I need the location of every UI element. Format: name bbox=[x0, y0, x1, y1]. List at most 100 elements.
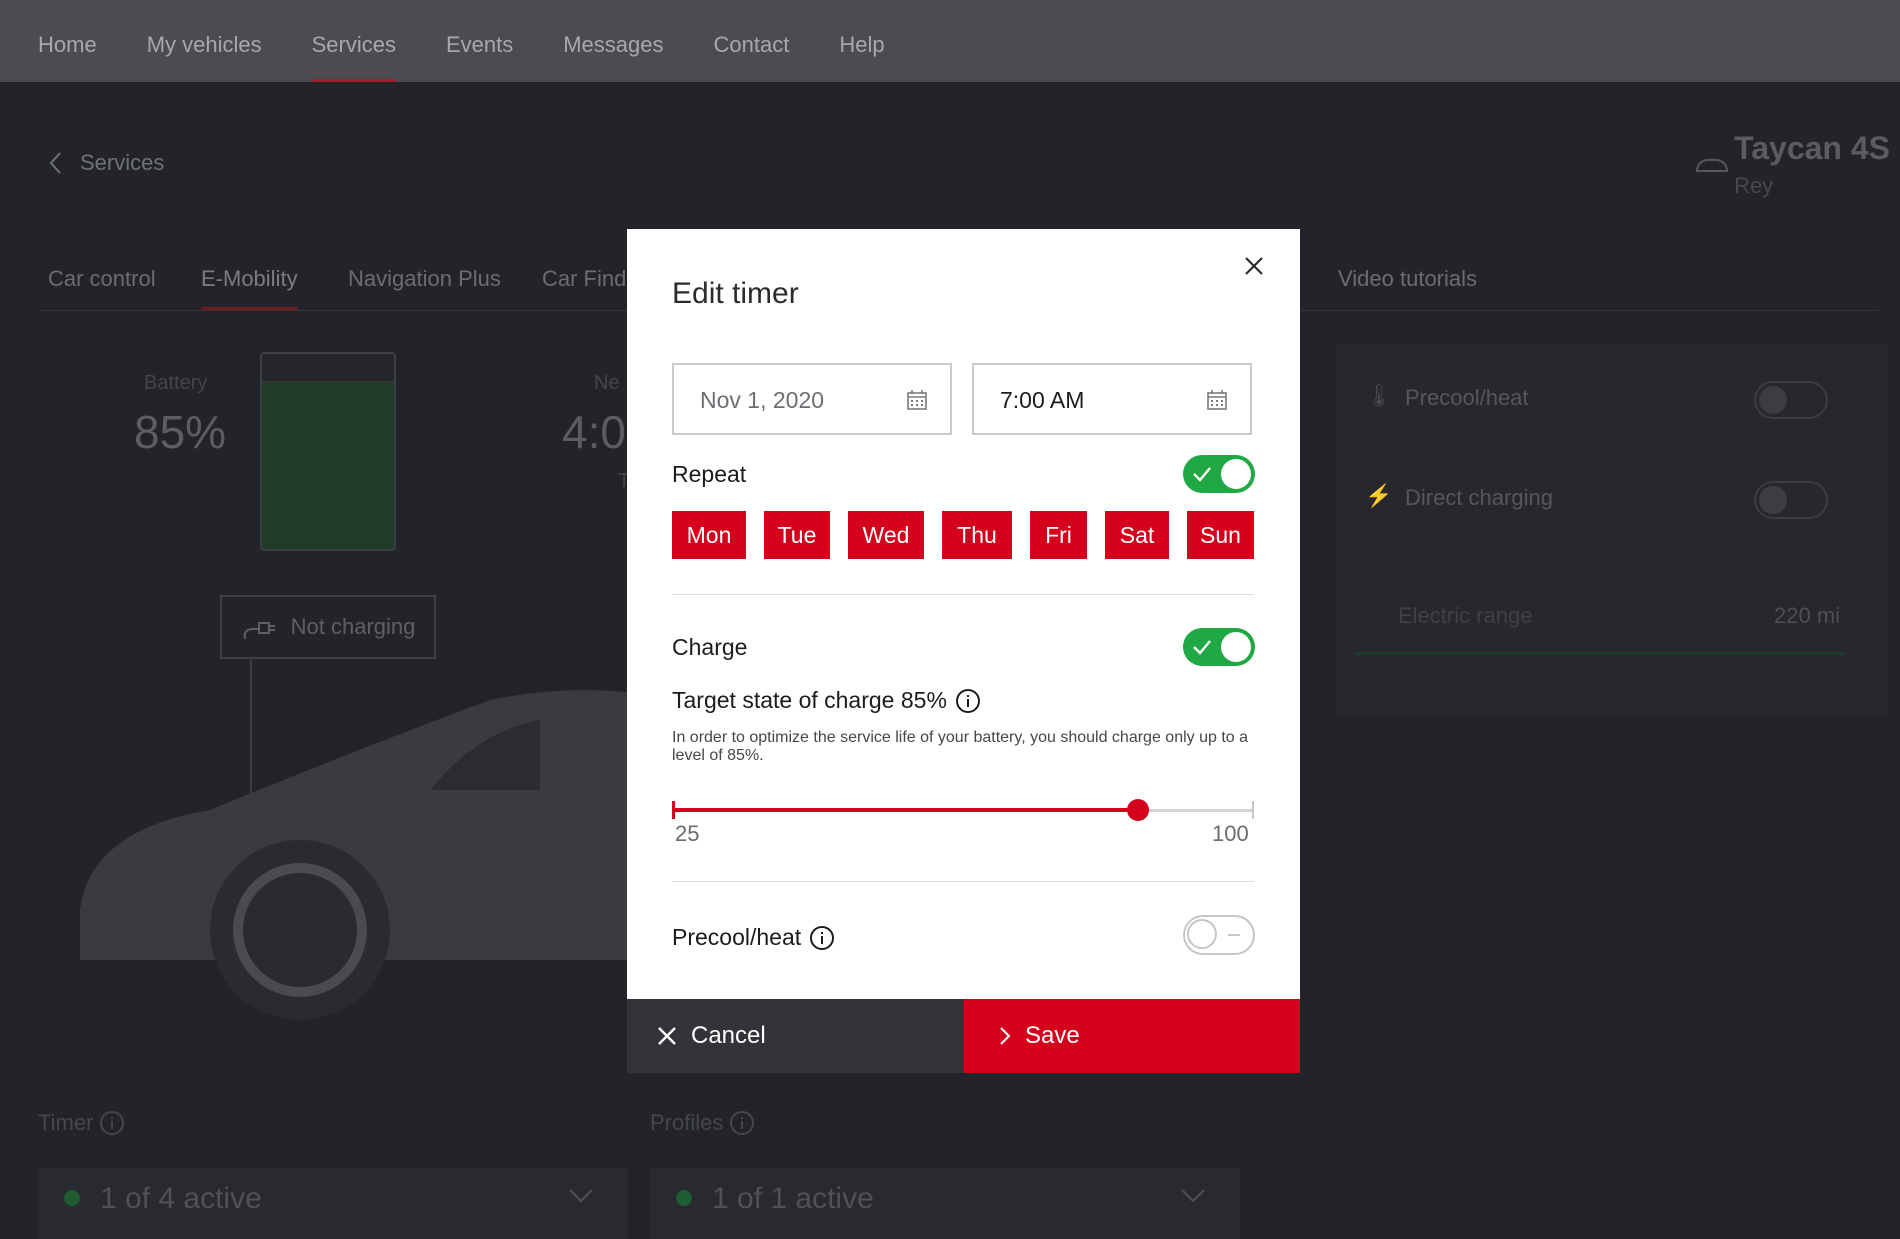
timer-section-title: Timer bbox=[38, 1110, 125, 1136]
precool-heat-row: 🌡 Precool/heat bbox=[1335, 345, 1888, 445]
active-dot bbox=[64, 1190, 80, 1206]
day-button-sun[interactable]: Sun bbox=[1187, 511, 1254, 559]
dialog-title: Edit timer bbox=[672, 277, 799, 310]
tab-video-tutorials[interactable]: Video tutorials bbox=[1338, 266, 1477, 292]
direct-charging-toggle[interactable] bbox=[1754, 481, 1828, 519]
nav-item-events[interactable]: Events bbox=[446, 0, 513, 82]
target-soc-slider[interactable] bbox=[672, 795, 1254, 825]
charging-status-label: Not charging bbox=[290, 614, 416, 639]
precool-heat-toggle[interactable] bbox=[1754, 381, 1828, 419]
check-icon bbox=[1193, 467, 1211, 482]
chevron-left-icon bbox=[49, 152, 61, 174]
date-value: Nov 1, 2020 bbox=[700, 387, 825, 413]
precool-heat-label: Precool/heat bbox=[1405, 385, 1529, 411]
slider-min-tick bbox=[672, 801, 675, 819]
charge-label: Charge bbox=[672, 634, 748, 660]
slider-max-tick bbox=[1252, 801, 1254, 819]
slider-min-label: 25 bbox=[675, 821, 700, 846]
cancel-button-label: Cancel bbox=[691, 1022, 766, 1049]
back-link-label: Services bbox=[80, 150, 165, 175]
profiles-summary-card[interactable]: 1 of 1 active bbox=[650, 1168, 1240, 1239]
cancel-button[interactable]: Cancel bbox=[627, 999, 964, 1073]
charge-hint: In order to optimize the service life of… bbox=[672, 729, 1249, 764]
slider-fill bbox=[672, 808, 1138, 812]
back-link[interactable]: Services bbox=[48, 150, 164, 176]
info-icon[interactable] bbox=[729, 1110, 755, 1136]
date-field[interactable]: Nov 1, 2020 bbox=[672, 363, 952, 435]
precool-heat-text: Precool/heat bbox=[672, 924, 802, 950]
precool-heat-toggle[interactable] bbox=[1183, 915, 1255, 955]
lightning-icon: ⚡ bbox=[1365, 483, 1393, 508]
tab-e-mobility[interactable]: E-Mobility bbox=[201, 266, 298, 310]
calendar-icon[interactable] bbox=[1206, 389, 1228, 411]
save-button[interactable]: Save bbox=[964, 999, 1300, 1073]
top-navigation: Home My vehicles Services Events Message… bbox=[0, 0, 1900, 82]
chevron-right-icon bbox=[1000, 1027, 1011, 1045]
battery-gauge bbox=[260, 352, 396, 551]
day-button-fri[interactable]: Fri bbox=[1030, 511, 1087, 559]
tab-car-finder[interactable]: Car Finde bbox=[542, 266, 639, 292]
calendar-icon[interactable] bbox=[906, 389, 928, 411]
info-icon[interactable] bbox=[955, 688, 981, 714]
nav-item-my-vehicles[interactable]: My vehicles bbox=[147, 0, 262, 82]
charging-status: Not charging bbox=[220, 595, 436, 659]
electric-range-bar bbox=[1355, 652, 1845, 655]
profiles-summary: 1 of 1 active bbox=[712, 1182, 874, 1215]
car-icon bbox=[1696, 159, 1728, 172]
info-icon[interactable] bbox=[809, 925, 835, 951]
direct-charging-text: Direct charging bbox=[1405, 485, 1553, 510]
tab-car-control[interactable]: Car control bbox=[48, 266, 156, 292]
repeat-toggle[interactable] bbox=[1183, 455, 1255, 493]
tab-navigation-plus[interactable]: Navigation Plus bbox=[348, 266, 501, 292]
electric-range-value: 220 mi bbox=[1774, 603, 1841, 628]
plug-icon bbox=[243, 622, 275, 640]
vehicle-info: Taycan 4S Rey bbox=[1734, 130, 1890, 199]
day-button-mon[interactable]: Mon bbox=[672, 511, 746, 559]
timer-summary: 1 of 4 active bbox=[100, 1182, 262, 1215]
check-icon bbox=[1193, 640, 1211, 655]
charging-options-panel: 🌡 Precool/heat ⚡ Direct charging bbox=[1335, 345, 1888, 715]
car-image bbox=[80, 690, 670, 1020]
toggle-off-dash bbox=[1228, 934, 1240, 936]
weekday-selector: Mon Tue Wed Thu Fri Sat Sun bbox=[672, 511, 1254, 559]
slider-max-label: 100 bbox=[1212, 821, 1249, 846]
close-icon bbox=[658, 1027, 676, 1045]
toggle-knob bbox=[1187, 919, 1217, 949]
section-divider bbox=[672, 881, 1254, 882]
nav-item-home[interactable]: Home bbox=[38, 0, 97, 82]
save-button-label: Save bbox=[1025, 1022, 1080, 1049]
day-button-thu[interactable]: Thu bbox=[942, 511, 1012, 559]
slider-thumb[interactable] bbox=[1127, 799, 1149, 821]
nav-item-contact[interactable]: Contact bbox=[714, 0, 790, 82]
nav-item-help[interactable]: Help bbox=[839, 0, 884, 82]
profiles-section-title: Profiles bbox=[650, 1110, 755, 1136]
profiles-title-text: Profiles bbox=[650, 1110, 724, 1135]
day-button-wed[interactable]: Wed bbox=[848, 511, 924, 559]
charge-toggle[interactable] bbox=[1183, 628, 1255, 666]
repeat-label: Repeat bbox=[672, 461, 747, 487]
battery-percentage: 85% bbox=[134, 406, 227, 458]
direct-charging-row: ⚡ Direct charging bbox=[1335, 445, 1888, 545]
close-icon[interactable] bbox=[1241, 253, 1267, 279]
active-dot bbox=[676, 1190, 692, 1206]
time-field[interactable]: 7:00 AM bbox=[972, 363, 1252, 435]
nav-item-services[interactable]: Services bbox=[311, 0, 397, 82]
timer-summary-card[interactable]: 1 of 4 active bbox=[38, 1168, 628, 1239]
thermometer-icon: 🌡 bbox=[1365, 383, 1393, 408]
direct-charging-label: Direct charging bbox=[1405, 485, 1553, 511]
info-icon[interactable] bbox=[99, 1110, 125, 1136]
toggle-knob bbox=[1221, 459, 1251, 489]
target-soc-label: Target state of charge 85% bbox=[672, 687, 981, 714]
precool-heat-text: Precool/heat bbox=[1405, 385, 1529, 410]
day-button-sat[interactable]: Sat bbox=[1105, 511, 1169, 559]
edit-timer-dialog: Edit timer Nov 1, 2020 7:00 AM Repeat Mo… bbox=[627, 229, 1300, 1073]
battery-label: Battery bbox=[144, 372, 208, 394]
section-divider bbox=[672, 594, 1254, 595]
electric-range-label: Electric range bbox=[1398, 603, 1533, 628]
nav-item-messages[interactable]: Messages bbox=[563, 0, 663, 82]
vehicle-name: Taycan 4S bbox=[1734, 130, 1890, 166]
day-button-tue[interactable]: Tue bbox=[764, 511, 830, 559]
battery-fill bbox=[262, 381, 394, 549]
time-value: 7:00 AM bbox=[1000, 387, 1085, 413]
precool-heat-label: Precool/heat bbox=[672, 924, 835, 951]
